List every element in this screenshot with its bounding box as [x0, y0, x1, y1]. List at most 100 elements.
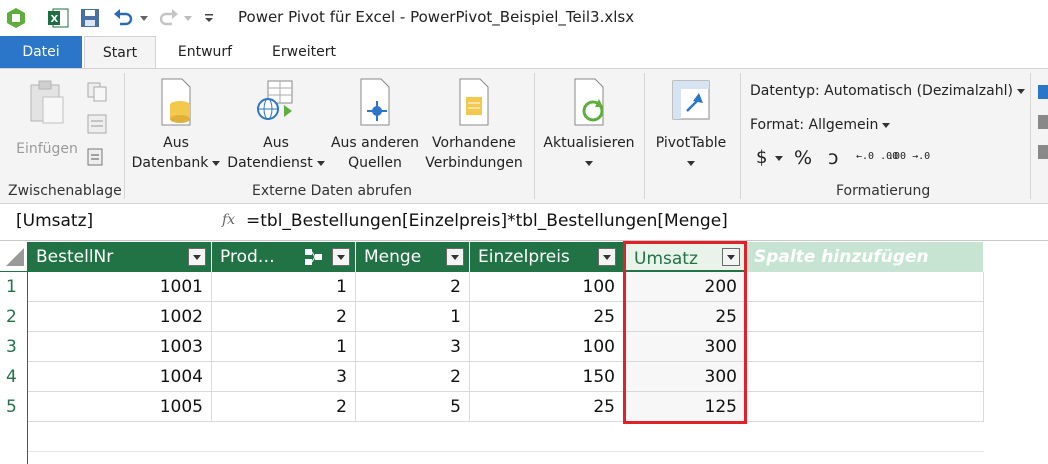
cell-umsatz[interactable]: 25: [624, 302, 746, 332]
group-separator: [1030, 73, 1031, 199]
power-pivot-icon[interactable]: [4, 6, 28, 30]
redo-dropdown-icon: [182, 6, 194, 30]
comma-button[interactable]: ɔ: [828, 147, 838, 169]
cell-umsatz[interactable]: 200: [624, 272, 746, 302]
tab-datei[interactable]: Datei: [0, 36, 82, 68]
format-dropdown[interactable]: Format: Allgemein: [750, 117, 891, 133]
undo-dropdown-icon[interactable]: [138, 6, 150, 30]
cell-umsatz[interactable]: 125: [624, 392, 746, 422]
tab-entwurf[interactable]: Entwurf: [160, 36, 250, 68]
row-number[interactable]: 3: [0, 332, 28, 362]
decrease-decimal-icon: .00 →.0: [888, 151, 931, 162]
group-label-formatting: Formatierung: [836, 183, 931, 199]
percent-icon: %: [794, 147, 813, 169]
ribbon-tabs: Datei Start Entwurf Erweitert: [0, 36, 1048, 69]
existing-connections-button[interactable]: Vorhandene Verbindungen: [422, 75, 526, 173]
cell-add-column[interactable]: [746, 392, 984, 422]
fx-icon[interactable]: fx: [222, 212, 235, 228]
empty-row: [28, 422, 984, 452]
save-icon[interactable]: [78, 6, 102, 30]
filter-dropdown-icon[interactable]: [332, 248, 350, 266]
cell-bestellnr[interactable]: 1003: [28, 332, 212, 362]
svg-text:X: X: [51, 14, 59, 25]
cell-einzelpreis[interactable]: 150: [470, 362, 624, 392]
clipboard-icon: [30, 80, 64, 124]
cell-produkt[interactable]: 3: [212, 362, 356, 392]
from-other-sources-button[interactable]: Aus anderen Quellen: [328, 75, 422, 173]
cell-einzelpreis[interactable]: 25: [470, 392, 624, 422]
formula-bar: [Umsatz] fx =tbl_Bestellungen[Einzelprei…: [0, 205, 1048, 241]
data-grid: BestellNr Prod… Menge Einzelpreis Umsatz…: [0, 242, 1048, 464]
excel-icon[interactable]: X: [46, 6, 70, 30]
cell-produkt[interactable]: 2: [212, 392, 356, 422]
datatype-dropdown[interactable]: Datentyp: Automatisch (Dezimalzahl): [750, 83, 1025, 99]
name-box[interactable]: [Umsatz]: [16, 211, 93, 231]
row-number[interactable]: 2: [0, 302, 28, 332]
empty-row-gutter: [0, 422, 28, 464]
cell-einzelpreis[interactable]: 25: [470, 302, 624, 332]
cell-produkt[interactable]: 1: [212, 332, 356, 362]
sort-filter-icon[interactable]: [1036, 81, 1048, 171]
cell-add-column[interactable]: [746, 272, 984, 302]
title-bar: X Power Pivot für Excel - PowerPivot_Bei…: [0, 0, 1048, 36]
cell-menge[interactable]: 3: [356, 332, 470, 362]
row-number[interactable]: 5: [0, 392, 28, 422]
percent-button[interactable]: %: [794, 147, 812, 169]
cell-menge[interactable]: 2: [356, 362, 470, 392]
cell-menge[interactable]: 2: [356, 272, 470, 302]
pivottable-button[interactable]: PivotTable: [648, 75, 734, 173]
filter-dropdown-icon[interactable]: [598, 248, 616, 266]
paste-special-icon[interactable]: [86, 145, 108, 171]
cell-bestellnr[interactable]: 1001: [28, 272, 212, 302]
filter-dropdown-icon[interactable]: [722, 248, 740, 266]
tab-start[interactable]: Start: [84, 36, 156, 69]
cell-add-column[interactable]: [746, 362, 984, 392]
cell-produkt[interactable]: 2: [212, 302, 356, 332]
relationship-icon: [304, 248, 324, 270]
cut-icon[interactable]: [86, 113, 108, 139]
formula-input[interactable]: =tbl_Bestellungen[Einzelpreis]*tbl_Beste…: [246, 211, 728, 231]
group-label-clipboard: Zwischenablage: [8, 183, 122, 199]
power-pivot-window: X Power Pivot für Excel - PowerPivot_Bei…: [0, 0, 1048, 464]
paste-button[interactable]: Einfügen: [14, 79, 80, 159]
row-number[interactable]: 1: [0, 272, 28, 302]
existing-connections-icon: [459, 78, 489, 126]
group-separator: [740, 73, 741, 199]
from-data-service-button[interactable]: Aus Datendienst: [226, 75, 326, 173]
refresh-button[interactable]: Aktualisieren: [540, 75, 638, 173]
add-column-header[interactable]: Spalte hinzufügen: [746, 242, 984, 272]
currency-button[interactable]: $: [756, 147, 784, 168]
customize-quick-access-icon[interactable]: [200, 6, 218, 30]
filter-dropdown-icon[interactable]: [446, 248, 464, 266]
cell-einzelpreis[interactable]: 100: [470, 272, 624, 302]
cell-einzelpreis[interactable]: 100: [470, 332, 624, 362]
refresh-icon: [574, 78, 604, 126]
tab-erweitert[interactable]: Erweitert: [256, 36, 352, 68]
cell-add-column[interactable]: [746, 302, 984, 332]
filter-dropdown-icon[interactable]: [188, 248, 206, 266]
cell-bestellnr[interactable]: 1005: [28, 392, 212, 422]
cell-bestellnr[interactable]: 1002: [28, 302, 212, 332]
pivottable-icon: [672, 80, 710, 120]
database-icon: [161, 78, 191, 126]
data-service-icon: [257, 80, 293, 120]
currency-icon: $: [756, 147, 768, 168]
undo-icon[interactable]: [110, 6, 136, 30]
cell-bestellnr[interactable]: 1004: [28, 362, 212, 392]
copy-icon[interactable]: [86, 81, 108, 107]
group-label-external-data: Externe Daten abrufen: [252, 183, 412, 199]
cell-produkt[interactable]: 1: [212, 272, 356, 302]
group-separator: [534, 73, 535, 199]
cell-menge[interactable]: 1: [356, 302, 470, 332]
cell-umsatz[interactable]: 300: [624, 332, 746, 362]
select-all-corner[interactable]: [0, 242, 28, 272]
from-database-button[interactable]: Aus Datenbank: [130, 75, 222, 173]
decrease-decimal-button[interactable]: .00 →.0: [888, 151, 930, 162]
comma-style-icon: ɔ: [828, 147, 839, 169]
cell-umsatz[interactable]: 300: [624, 362, 746, 392]
ribbon: Einfügen Zwischenablage Aus Datenbank Au…: [0, 68, 1048, 204]
row-number[interactable]: 4: [0, 362, 28, 392]
cell-add-column[interactable]: [746, 332, 984, 362]
cell-menge[interactable]: 5: [356, 392, 470, 422]
column-header-bestellnr[interactable]: BestellNr: [28, 242, 212, 272]
